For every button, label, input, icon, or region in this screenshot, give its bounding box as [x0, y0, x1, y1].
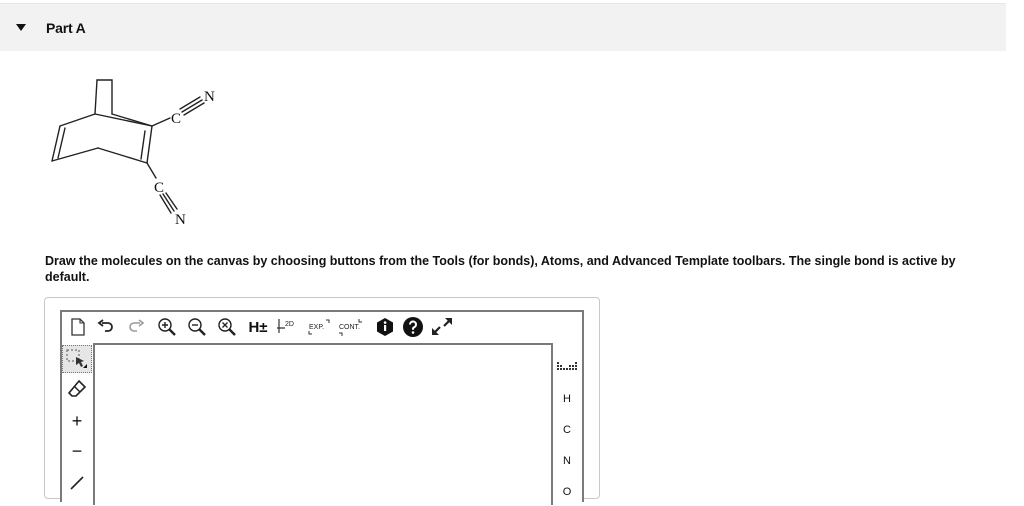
editor-atom-toolbar: H C N O — [552, 343, 582, 503]
alkene-right-1 — [146, 125, 153, 164]
fullscreen-icon[interactable] — [430, 316, 454, 338]
contract-label: CONT. — [339, 324, 360, 331]
drawing-canvas[interactable] — [93, 343, 553, 505]
clean-2d-label: 2D — [285, 321, 294, 328]
undo-icon[interactable] — [96, 316, 116, 338]
decrease-charge-button[interactable]: − — [62, 437, 92, 465]
editor-top-toolbar: H± 2D EXP. CONT. — [62, 312, 582, 342]
atom-c-top: C — [171, 111, 181, 127]
expand-button[interactable]: EXP. — [306, 316, 332, 338]
atom-n-button[interactable]: N — [552, 447, 582, 475]
instructions-text: Draw the molecules on the canvas by choo… — [45, 254, 956, 284]
atom-n-top: N — [204, 89, 215, 105]
zoom-reset-icon[interactable] — [216, 316, 238, 338]
periodic-table-icon[interactable] — [552, 353, 582, 381]
redo-icon[interactable] — [126, 316, 146, 338]
molecule-editor: H± 2D EXP. CONT. + − H C N O — [44, 297, 600, 505]
hydrogen-toggle-button[interactable]: H± — [244, 316, 272, 338]
expand-label: EXP. — [309, 324, 324, 331]
info-icon[interactable] — [374, 316, 396, 338]
bond-to-cn-top — [151, 117, 171, 127]
bridge-bond-left — [94, 79, 98, 115]
eraser-icon[interactable] — [62, 375, 92, 403]
bond-to-cn-bottom — [146, 162, 157, 179]
molecule-structure-image: C N C N — [51, 79, 215, 228]
part-a-header[interactable]: Part A — [0, 4, 1006, 51]
atom-h-button[interactable]: H — [552, 385, 582, 413]
contract-button[interactable]: CONT. — [336, 316, 366, 338]
zoom-out-icon[interactable] — [186, 316, 208, 338]
alkene-right-2 — [140, 130, 146, 160]
help-icon[interactable] — [402, 316, 424, 338]
new-document-icon[interactable] — [68, 316, 88, 338]
editor-left-toolbar: + − — [62, 343, 92, 503]
bond-a — [59, 113, 96, 127]
collapse-caret-icon[interactable] — [16, 24, 26, 31]
atom-o-button[interactable]: O — [552, 478, 582, 506]
bond-e — [97, 147, 148, 164]
selection-tool-icon[interactable] — [62, 345, 92, 373]
part-title: Part A — [46, 19, 86, 36]
single-bond-icon[interactable] — [62, 467, 92, 495]
atom-n-bottom: N — [175, 212, 186, 228]
bond-b — [94, 113, 153, 127]
atom-c-bottom: C — [154, 180, 164, 196]
clean-2d-button[interactable]: 2D — [276, 316, 300, 338]
bond-c — [111, 113, 153, 127]
zoom-in-icon[interactable] — [156, 316, 178, 338]
atom-c-button[interactable]: C — [552, 416, 582, 444]
increase-charge-button[interactable]: + — [62, 407, 92, 435]
editor-frame: H± 2D EXP. CONT. + − H C N O — [60, 310, 584, 505]
